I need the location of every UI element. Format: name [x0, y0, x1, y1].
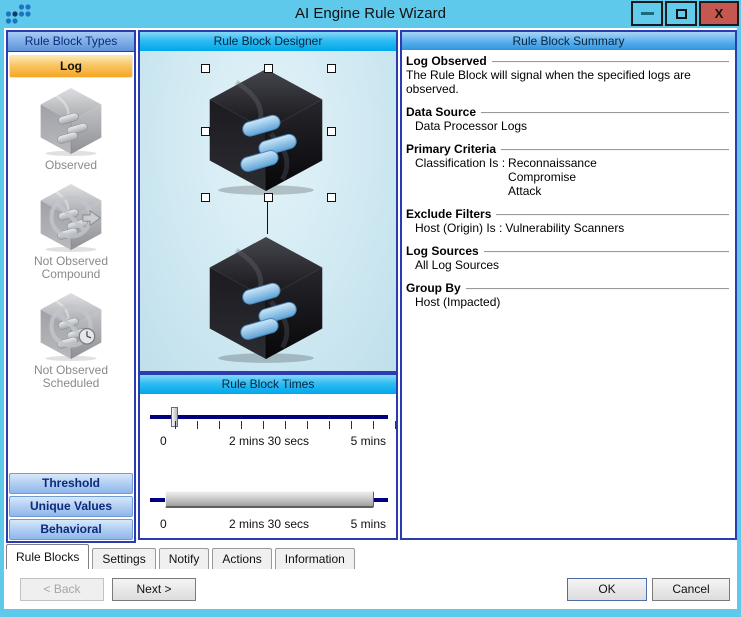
section-text: All Log Sources: [415, 258, 500, 272]
section-text: The Rule Block will signal when the spec…: [406, 68, 691, 96]
back-button[interactable]: < Back: [20, 578, 104, 601]
scale-label-max: 5 mins: [350, 434, 386, 448]
rule-block-times-header: Rule Block Times: [140, 375, 396, 395]
maximize-button[interactable]: [665, 1, 697, 26]
rule-block-summary-header: Rule Block Summary: [402, 32, 735, 51]
rule-block-types-panel: Rule Block Types Log Observed Not Observ…: [6, 30, 136, 543]
rule-block-designer-header: Rule Block Designer: [140, 32, 396, 52]
selection-handle[interactable]: [201, 127, 210, 136]
summary-section-data-source: Data Source Data Processor Logs: [406, 105, 731, 133]
summary-section-log-observed: Log Observed The Rule Block will signal …: [406, 54, 731, 96]
rule-type-icon-list: Observed Not Observed Compound Not Obser…: [8, 78, 134, 400]
rule-type-not-observed-scheduled[interactable]: Not Observed Scheduled: [13, 291, 129, 390]
selection-handle[interactable]: [201, 193, 210, 202]
cube-not-observed-compound-icon: [39, 182, 103, 252]
cube-observed-icon: [39, 86, 103, 156]
rule-block-cube-secondary[interactable]: [204, 233, 328, 363]
summary-section-log-sources: Log Sources All Log Sources: [406, 244, 731, 272]
criteria-value: Compromise: [508, 170, 577, 184]
rule-type-not-observed-compound[interactable]: Not Observed Compound: [13, 182, 129, 281]
rule-block-times-body: 0 2 mins 30 secs 5 mins 0 2 mins 30 secs…: [140, 394, 396, 538]
dialog-content: Rule Block Types Log Observed Not Observ…: [4, 28, 737, 609]
maximize-icon: [675, 8, 687, 19]
selection-handle[interactable]: [327, 127, 336, 136]
ok-button[interactable]: OK: [567, 578, 647, 601]
section-divider: [491, 60, 729, 62]
section-heading: Log Sources: [406, 244, 479, 258]
section-divider: [481, 111, 729, 113]
next-button[interactable]: Next >: [112, 578, 196, 601]
tab-notify[interactable]: Notify: [158, 548, 210, 569]
section-heading: Data Source: [406, 105, 477, 119]
criteria-values: Vulnerability Scanners: [505, 221, 624, 235]
section-divider: [496, 213, 729, 215]
rule-block-summary-panel: Rule Block Summary Log Observed The Rule…: [400, 30, 737, 540]
criteria-label: Classification Is :: [415, 156, 506, 170]
summary-section-exclude-filters: Exclude Filters Host (Origin) Is : Vulne…: [406, 207, 731, 235]
criteria-values: Reconnaissance Compromise Attack: [508, 156, 597, 198]
selection-handle[interactable]: [327, 64, 336, 73]
rule-type-label: Not Observed Scheduled: [33, 363, 109, 390]
selection-handle[interactable]: [264, 193, 273, 202]
section-divider: [465, 287, 729, 289]
close-icon: X: [714, 6, 724, 21]
section-text: Data Processor Logs: [415, 119, 528, 133]
wizard-tab-bar: Rule Blocks Settings Notify Actions Info…: [6, 543, 358, 569]
criteria-value: Reconnaissance: [508, 156, 597, 170]
criteria-value: Attack: [508, 184, 542, 198]
summary-section-group-by: Group By Host (Impacted): [406, 281, 731, 309]
tab-rule-blocks[interactable]: Rule Blocks: [6, 544, 90, 569]
rule-type-label: Observed: [44, 158, 98, 172]
rule-type-observed[interactable]: Observed: [13, 86, 129, 172]
criteria-label: Host (Origin) Is :: [415, 221, 503, 235]
section-divider: [501, 148, 729, 150]
rule-block-types-header: Rule Block Types: [8, 32, 134, 52]
cancel-button[interactable]: Cancel: [652, 578, 730, 601]
tab-actions[interactable]: Actions: [212, 548, 272, 569]
selection-handle[interactable]: [264, 64, 273, 73]
minimize-button[interactable]: [631, 1, 663, 26]
section-heading: Exclude Filters: [406, 207, 492, 221]
range-slider-bar[interactable]: [165, 491, 374, 508]
section-heading: Log Observed: [406, 54, 487, 68]
slider-scale-labels: 0 2 mins 30 secs 5 mins: [150, 517, 388, 531]
window-title: AI Engine Rule Wizard: [295, 5, 446, 22]
section-text: Host (Impacted): [415, 295, 501, 309]
rule-block-designer-panel: Rule Block Designer: [138, 30, 398, 373]
rule-block-cube-primary[interactable]: [204, 65, 328, 195]
designer-canvas[interactable]: [140, 51, 396, 371]
rule-type-label: Not Observed Compound: [33, 254, 109, 281]
threshold-button[interactable]: Threshold: [9, 473, 133, 494]
close-button[interactable]: X: [699, 1, 739, 26]
behavioral-button[interactable]: Behavioral: [9, 519, 133, 540]
summary-section-primary-criteria: Primary Criteria Classification Is : Rec…: [406, 142, 731, 198]
block-connector-line: [267, 202, 268, 234]
summary-body: Log Observed The Rule Block will signal …: [402, 50, 735, 538]
section-heading: Group By: [406, 281, 461, 295]
tab-settings[interactable]: Settings: [92, 548, 156, 569]
criteria-value: Vulnerability Scanners: [505, 221, 625, 235]
titlebar: AI Engine Rule Wizard X: [0, 0, 741, 28]
tab-information[interactable]: Information: [274, 548, 355, 569]
slider-scale-labels: 0 2 mins 30 secs 5 mins: [150, 434, 388, 448]
unique-values-button[interactable]: Unique Values: [9, 496, 133, 517]
section-divider: [483, 250, 729, 252]
selection-handle[interactable]: [201, 64, 210, 73]
section-heading: Primary Criteria: [406, 142, 497, 156]
log-type-button[interactable]: Log: [9, 55, 133, 78]
rule-block-times-panel: Rule Block Times 0 2 mins 30 secs 5 mins…: [138, 373, 398, 540]
cube-not-observed-scheduled-icon: [39, 291, 103, 361]
minimize-icon: [640, 12, 654, 15]
ai-engine-rule-wizard-window: AI Engine Rule Wizard X Rule Block Types…: [0, 0, 741, 617]
rule-type-category-buttons: Threshold Unique Values Behavioral: [8, 471, 134, 541]
scale-label-max: 5 mins: [350, 517, 386, 531]
selection-handle[interactable]: [327, 193, 336, 202]
